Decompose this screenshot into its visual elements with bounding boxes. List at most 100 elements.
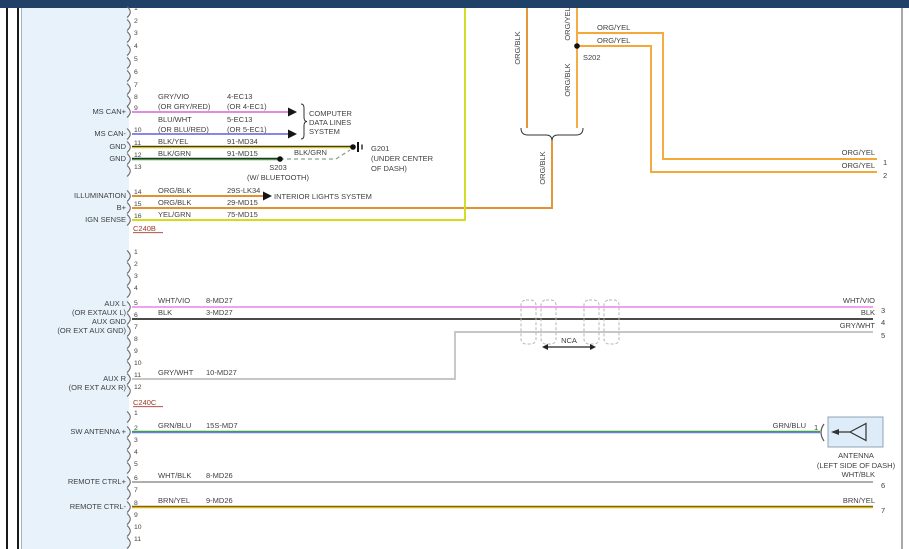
connector-c240b-pin-bracket bbox=[127, 84, 130, 95]
rotated-wire-label: ORG/BLK bbox=[538, 151, 547, 184]
connector-c240c-pin-number: 11 bbox=[134, 372, 141, 379]
connector-c240c-pin-number: 10 bbox=[134, 360, 142, 367]
connector-3-pin-bracket bbox=[127, 439, 130, 450]
ms-can-minus-wire-label: (OR BLU/RED) bbox=[158, 125, 209, 134]
connector-c240c-pin-number: 9 bbox=[134, 348, 138, 355]
ms-can-minus-wire-label: BLU/WHT bbox=[158, 115, 192, 124]
signal-label: IGN SENSE bbox=[85, 215, 126, 224]
connector-c240b-pin-bracket bbox=[127, 129, 130, 140]
signal-label: MS CAN- bbox=[94, 129, 126, 138]
connector-3-pin-number: 11 bbox=[134, 536, 141, 543]
connector-c240b-pin-bracket bbox=[127, 71, 130, 82]
connector-c240b-pin-number: 13 bbox=[134, 164, 142, 171]
connector-3-pin-bracket bbox=[127, 538, 130, 549]
aux-gnd-wire-label: BLK bbox=[861, 308, 875, 317]
connector-c240b-pin-number: 14 bbox=[134, 189, 142, 196]
connector-c240b-pin-number: 12 bbox=[134, 152, 142, 159]
b-plus-wire-label: ORG/BLK bbox=[158, 198, 191, 207]
connector-c240b-pin-number: 3 bbox=[134, 30, 138, 37]
diagram-text: SYSTEM bbox=[309, 127, 340, 136]
connector-c240c-pin-number: 8 bbox=[134, 336, 138, 343]
connector-c240b-pin-bracket bbox=[127, 142, 130, 153]
connector-c240c-pin-number: 4 bbox=[134, 285, 138, 292]
diagram-text: DATA LINES bbox=[309, 118, 351, 127]
ground-dot-g201 bbox=[350, 144, 356, 150]
connector-c240b-pin-bracket bbox=[127, 7, 130, 18]
signal-label: B+ bbox=[117, 203, 127, 212]
connector-c240c-pin-bracket bbox=[127, 374, 130, 385]
wire-split-brace bbox=[521, 128, 583, 141]
connector-c240b-pin-number: 9 bbox=[134, 105, 138, 112]
connector-c240c-pin-bracket bbox=[127, 287, 130, 298]
connector-c240b-pin-number: 7 bbox=[134, 82, 138, 89]
connector-c240b-pin-bracket bbox=[127, 166, 130, 177]
connector-c240c-pin-number: 6 bbox=[134, 312, 138, 319]
antenna-connector-icon bbox=[821, 424, 824, 441]
connector-c240b-pin-number: 8 bbox=[134, 94, 138, 101]
connector-3-pin-bracket bbox=[127, 451, 130, 462]
signal-label: (OR EXT AUX R) bbox=[69, 383, 127, 392]
nca-arrow-right-icon bbox=[590, 344, 596, 350]
connector-c240c-pin-bracket bbox=[127, 263, 130, 274]
connector-c240b-pin-bracket bbox=[127, 20, 130, 31]
diagram-text: G201 bbox=[371, 144, 389, 153]
connector-c240c-link[interactable]: C240C bbox=[133, 398, 157, 407]
diagram-text: ANTENNA bbox=[838, 451, 874, 460]
aux-r-wire-label: 5 bbox=[881, 331, 885, 340]
diagram-text: (UNDER CENTER bbox=[371, 154, 434, 163]
connector-3-pin-bracket bbox=[127, 502, 130, 513]
gnd-blk-yel-wire-label: BLK/YEL bbox=[158, 137, 188, 146]
connector-3-pin-bracket bbox=[127, 477, 130, 488]
connector-c240b-pin-number: 10 bbox=[134, 127, 142, 134]
sw-antenna-wire-label: GRN/BLU bbox=[773, 421, 806, 430]
signal-label: AUX GND bbox=[92, 317, 127, 326]
connector-c240c-pin-bracket bbox=[127, 362, 130, 373]
illumination-wire-label: 29S-LK34 bbox=[227, 186, 260, 195]
connector-c240c-pin-number: 5 bbox=[134, 300, 138, 307]
diagram-text: INTERIOR LIGHTS SYSTEM bbox=[274, 192, 372, 201]
b-plus-wire-label: 29-MD15 bbox=[227, 198, 258, 207]
signal-label: GND bbox=[109, 154, 126, 163]
org-yel-branch-2-label: ORG/YEL bbox=[842, 161, 875, 170]
gnd-blk-yel-wire-label: 91-MD34 bbox=[227, 137, 258, 146]
connector-c240b-pin-bracket bbox=[127, 191, 130, 202]
org-yel-branch-2-label: 2 bbox=[883, 171, 887, 180]
connector-c240c-pin-number: 2 bbox=[134, 261, 138, 268]
s203-dashed-wire-label: BLK/GRN bbox=[294, 148, 327, 157]
aux-gnd-wire-label: 3-MD27 bbox=[206, 308, 233, 317]
diagram-text: S202 bbox=[583, 53, 601, 62]
ms-can-plus-wire-label: (OR 4-EC1) bbox=[227, 102, 267, 111]
connector-c240b-pin-bracket bbox=[127, 154, 130, 165]
wire-arrow-icon bbox=[288, 108, 297, 117]
connector-c240b-link[interactable]: C240B bbox=[133, 224, 156, 233]
signal-label: (OR EXTAUX L) bbox=[72, 308, 127, 317]
connector-c240c-pin-number: 3 bbox=[134, 273, 138, 280]
rotated-wire-label: ORG/BLK bbox=[563, 63, 572, 96]
signal-label: REMOTE CTRL- bbox=[70, 502, 127, 511]
sw-antenna-wire-label: 1 bbox=[814, 423, 818, 432]
signal-label: (OR EXT AUX GND) bbox=[57, 326, 126, 335]
connector-3-pin-number: 2 bbox=[134, 425, 138, 432]
connector-3-pin-number: 3 bbox=[134, 437, 138, 444]
rotated-wire-label: ORG/YEL bbox=[563, 7, 572, 40]
connector-3-pin-number: 6 bbox=[134, 475, 138, 482]
connector-c240c-pin-bracket bbox=[127, 350, 130, 361]
remote-ctrl-plus-wire-label: 8-MD26 bbox=[206, 471, 233, 480]
aux-l-wire-label: 3 bbox=[881, 306, 885, 315]
remote-ctrl-plus-wire-label: WHT/BLK bbox=[158, 471, 191, 480]
connector-c240b-pin-number: 2 bbox=[134, 18, 138, 25]
connector-c240c-pin-number: 7 bbox=[134, 324, 138, 331]
connector-3-pin-number: 4 bbox=[134, 449, 138, 456]
remote-ctrl-minus-wire-label: BRN/YEL bbox=[843, 496, 875, 505]
org-yel-branch-1-label: 1 bbox=[883, 158, 887, 167]
connector-c240b-pin-bracket bbox=[127, 215, 130, 226]
connector-c240b-pin-number: 1 bbox=[134, 5, 138, 12]
remote-ctrl-plus-wire-label: 6 bbox=[881, 481, 885, 490]
ms-can-plus-wire-label: GRY/VIO bbox=[158, 92, 189, 101]
connector-3-pin-bracket bbox=[127, 489, 130, 500]
aux-gnd-wire-label: 4 bbox=[881, 318, 885, 327]
remote-ctrl-plus-wire-label: WHT/BLK bbox=[842, 470, 875, 479]
remote-ctrl-minus-wire-label: 7 bbox=[881, 506, 885, 515]
remote-ctrl-minus-wire-label: 9-MD26 bbox=[206, 496, 233, 505]
sw-antenna-wire-label: 15S-MD7 bbox=[206, 421, 238, 430]
